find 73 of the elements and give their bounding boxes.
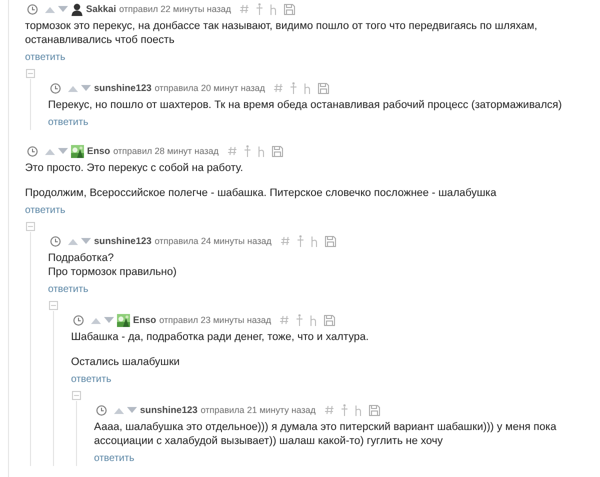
- reply-link[interactable]: ответить: [25, 51, 66, 64]
- upvote-icon[interactable]: [45, 148, 55, 154]
- comment-text: Аааа, шалабушка это отдельное))) я думала это питерский вариант шабашки))) у меня пока ассоциации с халабудой вызывает)) шалаш какой-то) гуглить не хочу: [94, 420, 558, 448]
- clock-icon[interactable]: [27, 4, 38, 14]
- upvote-icon[interactable]: [68, 238, 78, 244]
- clock-icon[interactable]: [50, 82, 61, 94]
- cross-icon[interactable]: [290, 82, 298, 94]
- post-meta: отправил 23 минуты назад: [159, 315, 272, 325]
- reply-link[interactable]: ответить: [71, 373, 112, 386]
- cross-icon[interactable]: [256, 3, 264, 15]
- author-link[interactable]: Enso: [133, 314, 156, 326]
- collapse-icon[interactable]: [26, 222, 35, 231]
- save-icon[interactable]: [284, 4, 296, 14]
- comment-text: Продолжим, Всероссийское полегче - шабашка. Питерское словечко посложнее - шалабушка: [25, 186, 498, 200]
- upvote-icon[interactable]: [68, 84, 78, 92]
- hash-icon[interactable]: [324, 405, 334, 415]
- downvote-icon[interactable]: [81, 84, 91, 92]
- downvote-icon[interactable]: [58, 6, 68, 12]
- upvote-icon[interactable]: [91, 316, 101, 324]
- h-shaped-icon[interactable]: [304, 82, 312, 94]
- cross-icon[interactable]: [296, 314, 304, 326]
- post-meta: отправил 22 минуты назад: [119, 4, 232, 14]
- hash-icon[interactable]: [240, 4, 250, 14]
- author-link[interactable]: Enso: [87, 146, 110, 156]
- reply-link[interactable]: ответить: [48, 116, 88, 129]
- post-meta: отправила 24 минуты назад: [154, 236, 272, 246]
- save-icon[interactable]: [324, 236, 336, 246]
- upvote-icon[interactable]: [114, 406, 124, 414]
- upvote-icon[interactable]: [45, 6, 55, 12]
- downvote-icon[interactable]: [104, 316, 114, 324]
- save-icon[interactable]: [318, 82, 330, 94]
- downvote-icon[interactable]: [81, 238, 91, 244]
- h-shaped-icon[interactable]: [258, 146, 265, 156]
- h-shaped-icon[interactable]: [310, 236, 318, 246]
- comment-text: Перекус, но пошло от шахтеров. Тк на время обеда останавливая рабочий процесс (затормаживался): [48, 98, 563, 112]
- hash-icon[interactable]: [280, 315, 290, 325]
- cross-icon[interactable]: [296, 235, 304, 247]
- author-link[interactable]: Sakkai: [86, 4, 116, 14]
- comment-text: тормозок это перекус, на донбассе так называют, видимо пошло от того что передвигаясь по шляхам, останавливались чтоб поесть: [25, 19, 538, 47]
- h-shaped-icon[interactable]: [270, 4, 278, 14]
- collapse-icon[interactable]: [49, 301, 58, 310]
- hash-icon[interactable]: [274, 83, 284, 93]
- post-meta: отправила 20 минут назад: [154, 83, 266, 93]
- post-meta: отправил 28 минут назад: [113, 146, 219, 156]
- save-icon[interactable]: [272, 146, 283, 156]
- clock-icon[interactable]: [27, 146, 38, 156]
- clock-icon[interactable]: [96, 404, 107, 416]
- reply-link[interactable]: ответить: [25, 204, 66, 217]
- reply-link[interactable]: ответить: [94, 452, 134, 465]
- comment-text: Подработка? Про тормозок правильно): [48, 251, 178, 279]
- reply-link[interactable]: ответить: [48, 283, 88, 296]
- user-silhouette-icon: [71, 2, 83, 16]
- cross-icon[interactable]: [340, 404, 348, 416]
- clock-icon[interactable]: [73, 314, 84, 326]
- downvote-icon[interactable]: [58, 148, 68, 154]
- hash-icon[interactable]: [280, 236, 290, 246]
- author-link[interactable]: sunshine123: [140, 404, 198, 416]
- collapse-icon[interactable]: [72, 391, 81, 400]
- clock-icon[interactable]: [50, 236, 61, 246]
- save-icon[interactable]: [324, 314, 336, 326]
- h-shaped-icon[interactable]: [310, 314, 318, 326]
- h-shaped-icon[interactable]: [354, 404, 362, 416]
- comment-text: Это просто. Это перекус с собой на работу.: [25, 161, 244, 175]
- save-icon[interactable]: [368, 404, 380, 416]
- cross-icon[interactable]: [244, 145, 251, 157]
- author-link[interactable]: sunshine123: [94, 236, 152, 246]
- hash-icon[interactable]: [228, 146, 237, 156]
- author-link[interactable]: sunshine123: [94, 82, 152, 94]
- downvote-icon[interactable]: [127, 406, 137, 414]
- comment-text: Шабашка - да, подработка ради денег, тоже, что и халтура.: [71, 330, 370, 344]
- collapse-icon[interactable]: [26, 69, 35, 78]
- post-meta: отправила 21 минуту назад: [200, 405, 316, 415]
- comment-text: Остались шалабушки: [71, 355, 181, 369]
